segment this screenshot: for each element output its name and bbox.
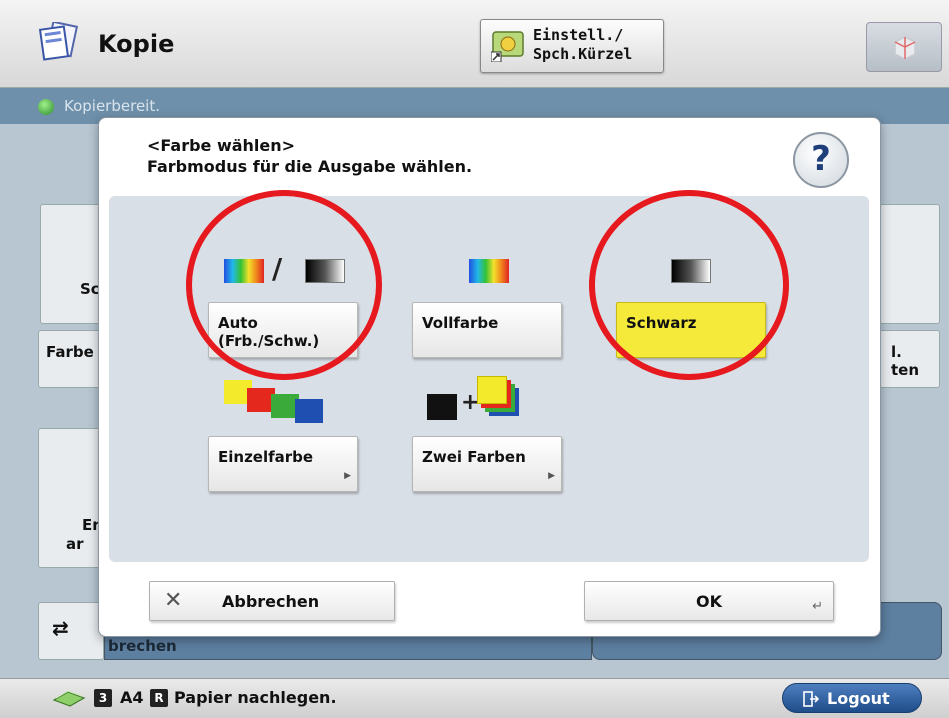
black-gradient-icon: [671, 259, 711, 283]
options-area: / Auto (Frb./Schw.) Vollfarbe Schwarz +: [109, 196, 869, 562]
box-icon: [894, 36, 916, 60]
bg-farbe-label: Farbe: [46, 343, 94, 361]
option-full-color-button[interactable]: Vollfarbe: [412, 302, 562, 358]
option-single-color-label: Einzelfarbe: [218, 448, 314, 466]
footer-message: Papier nachlegen.: [174, 688, 337, 707]
bg-card-label: Sc: [80, 280, 100, 298]
logout-icon: [803, 691, 819, 707]
option-two-colors-label: Zwei Farben: [422, 448, 526, 466]
logout-button[interactable]: Logout: [782, 683, 922, 713]
help-button[interactable]: ?: [793, 132, 849, 188]
bg-right-label-1: l.: [891, 343, 902, 361]
bg-scan-card: [40, 204, 104, 324]
enter-icon: ↵: [812, 599, 823, 614]
submenu-arrow-icon: ▶: [344, 471, 351, 481]
bg-brechen-label: brechen: [108, 637, 177, 655]
option-full-color-label: Vollfarbe: [422, 314, 499, 332]
ready-status-icon: [38, 99, 54, 115]
shortcut-settings-button[interactable]: Einstell./ Spch.Kürzel: [480, 19, 664, 73]
paper-size: A4: [120, 688, 144, 707]
color-gradient-icon: [224, 259, 264, 283]
grayscale-gradient-icon: [305, 259, 345, 283]
ok-button[interactable]: OK ↵: [584, 581, 834, 621]
paper-orientation-badge: R: [150, 689, 168, 707]
bg-er-label: Er: [82, 516, 100, 534]
paper-tray-icon: [52, 690, 86, 707]
page-title: Kopie: [98, 30, 175, 58]
single-color-blue-icon: [295, 399, 323, 423]
full-color-gradient-icon: [469, 259, 509, 283]
copy-documents-icon: [38, 22, 79, 61]
option-auto-button[interactable]: Auto (Frb./Schw.): [208, 302, 358, 358]
bg-bottom-left-card: [38, 602, 104, 660]
option-two-colors-button[interactable]: Zwei Farben ▶: [412, 436, 562, 492]
cancel-button[interactable]: ✕ Abbrechen: [149, 581, 395, 621]
option-black-label: Schwarz: [626, 314, 697, 332]
tray-number-badge: 3: [94, 689, 112, 707]
ok-label: OK: [696, 592, 722, 611]
status-text: Kopierbereit.: [64, 97, 160, 115]
two-color-black-icon: [427, 394, 457, 420]
bg-right-card: [876, 204, 940, 324]
interrupt-icon: ⇄: [52, 616, 69, 640]
dialog-subtitle: Farbmodus für die Ausgabe wählen.: [147, 157, 473, 176]
box-button[interactable]: [866, 22, 942, 72]
bg-ar-label: ar: [66, 535, 84, 553]
slash-separator: /: [272, 252, 283, 285]
option-single-color-button[interactable]: Einzelfarbe ▶: [208, 436, 358, 492]
close-icon: ✕: [164, 588, 183, 613]
bg-bottom-panel: [104, 636, 592, 660]
dialog-title: <Farbe wählen>: [147, 136, 296, 155]
submenu-arrow-icon: ▶: [548, 471, 555, 481]
option-auto-line1: Auto: [218, 314, 258, 332]
color-select-dialog: <Farbe wählen> Farbmodus für die Ausgabe…: [98, 117, 881, 637]
shortcut-label-line1: Einstell./: [533, 26, 624, 44]
option-auto-line2: (Frb./Schw.): [218, 332, 320, 350]
logout-label: Logout: [827, 689, 890, 708]
cancel-label: Abbrechen: [222, 592, 320, 611]
shortcut-label-line2: Spch.Kürzel: [533, 45, 633, 63]
option-black-button[interactable]: Schwarz: [616, 302, 766, 358]
bg-right-card-2: [876, 330, 940, 388]
two-color-yellow-icon: [477, 376, 507, 404]
bg-right-label-2: ten: [891, 361, 920, 379]
shortcut-settings-icon: [491, 31, 524, 62]
